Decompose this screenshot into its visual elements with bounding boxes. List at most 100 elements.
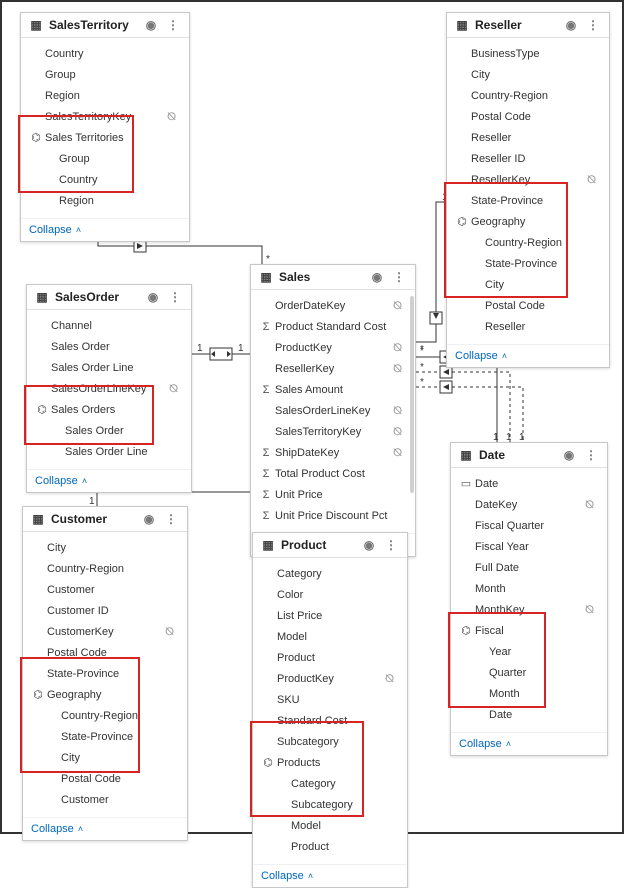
collapse-button[interactable]: Collapse˄ xyxy=(27,469,191,492)
model-diagram-canvas[interactable]: 1 * 1 1 1 * *** 111 1* 1* ▦ SalesTerrito… xyxy=(2,2,622,832)
table-sales-order[interactable]: ▦ SalesOrder ◉ ⋮ Channel Sales Order Sal… xyxy=(26,284,192,493)
field-row[interactable]: ΣUnit Price Discount Pct xyxy=(251,506,415,527)
field-row[interactable]: SalesOrderLineKey⦰ xyxy=(27,379,191,400)
field-row[interactable]: Sales Order xyxy=(27,337,191,358)
field-row[interactable]: Product xyxy=(253,648,407,669)
field-row[interactable]: ResellerKey⦰ xyxy=(251,359,415,380)
hierarchy-level[interactable]: Customer xyxy=(23,790,187,811)
visibility-toggle-icon[interactable]: ◉ xyxy=(561,448,577,462)
more-options-icon[interactable]: ⋮ xyxy=(167,290,183,304)
more-options-icon[interactable]: ⋮ xyxy=(583,448,599,462)
field-row[interactable]: Country-Region xyxy=(447,86,609,107)
hierarchy-level[interactable]: City xyxy=(447,275,609,296)
more-options-icon[interactable]: ⋮ xyxy=(585,18,601,32)
field-row[interactable]: SKU xyxy=(253,690,407,711)
field-row[interactable]: State-Province xyxy=(23,664,187,685)
field-row[interactable]: State-Province xyxy=(447,191,609,212)
collapse-button[interactable]: Collapse˄ xyxy=(23,817,187,840)
visibility-toggle-icon[interactable]: ◉ xyxy=(563,18,579,32)
table-product[interactable]: ▦ Product ◉ ⋮ Category Color List Price … xyxy=(252,532,408,888)
field-row[interactable]: Customer ID xyxy=(23,601,187,622)
table-sales[interactable]: ▦ Sales ◉ ⋮ OrderDateKey⦰ ΣProduct Stand… xyxy=(250,264,416,557)
field-row[interactable]: City xyxy=(23,538,187,559)
field-row[interactable]: Standard Cost xyxy=(253,711,407,732)
field-row[interactable]: Customer xyxy=(23,580,187,601)
field-row[interactable]: Postal Code xyxy=(447,107,609,128)
hierarchy-level[interactable]: Year xyxy=(451,642,607,663)
field-row[interactable]: ΣSales Amount xyxy=(251,380,415,401)
field-row[interactable]: Fiscal Year xyxy=(451,537,607,558)
field-row[interactable]: Reseller xyxy=(447,128,609,149)
table-date[interactable]: ▦ Date ◉ ⋮ ▭Date DateKey⦰ Fiscal Quarter… xyxy=(450,442,608,756)
field-row[interactable]: Fiscal Quarter xyxy=(451,516,607,537)
hierarchy-level[interactable]: Subcategory xyxy=(253,795,407,816)
field-row[interactable]: City xyxy=(447,65,609,86)
hierarchy-level[interactable]: Month xyxy=(451,684,607,705)
more-options-icon[interactable]: ⋮ xyxy=(165,18,181,32)
visibility-toggle-icon[interactable]: ◉ xyxy=(361,538,377,552)
hierarchy-level[interactable]: Sales Order xyxy=(27,421,191,442)
hierarchy-level[interactable]: Product xyxy=(253,837,407,858)
field-row[interactable]: ResellerKey⦰ xyxy=(447,170,609,191)
hierarchy-level[interactable]: Postal Code xyxy=(23,769,187,790)
more-options-icon[interactable]: ⋮ xyxy=(391,270,407,284)
field-row[interactable]: Channel xyxy=(27,316,191,337)
hierarchy-level[interactable]: City xyxy=(23,748,187,769)
hierarchy-level[interactable]: Country-Region xyxy=(23,706,187,727)
field-row[interactable]: ΣProduct Standard Cost xyxy=(251,317,415,338)
field-row[interactable]: Reseller ID xyxy=(447,149,609,170)
field-row[interactable]: SalesOrderLineKey⦰ xyxy=(251,401,415,422)
visibility-toggle-icon[interactable]: ◉ xyxy=(143,18,159,32)
hierarchy-row[interactable]: ⌬Sales Orders xyxy=(27,400,191,421)
more-options-icon[interactable]: ⋮ xyxy=(383,538,399,552)
field-row[interactable]: Postal Code xyxy=(23,643,187,664)
collapse-button[interactable]: Collapse˄ xyxy=(447,344,609,367)
field-row[interactable]: Subcategory xyxy=(253,732,407,753)
collapse-button[interactable]: Collapse˄ xyxy=(253,864,407,887)
hierarchy-row[interactable]: ⌬Geography xyxy=(23,685,187,706)
hierarchy-level[interactable]: Sales Order Line xyxy=(27,442,191,463)
field-row[interactable]: Country-Region xyxy=(23,559,187,580)
hierarchy-level[interactable]: Date xyxy=(451,705,607,726)
field-row[interactable]: Sales Order Line xyxy=(27,358,191,379)
field-row[interactable]: DateKey⦰ xyxy=(451,495,607,516)
more-options-icon[interactable]: ⋮ xyxy=(163,512,179,526)
hierarchy-level[interactable]: Group xyxy=(21,149,189,170)
field-row[interactable]: ProductKey⦰ xyxy=(251,338,415,359)
hierarchy-row[interactable]: ⌬Sales Territories xyxy=(21,128,189,149)
hierarchy-level[interactable]: Region xyxy=(21,191,189,212)
field-row[interactable]: Month xyxy=(451,579,607,600)
field-row[interactable]: ΣShipDateKey⦰ xyxy=(251,443,415,464)
field-row[interactable]: SalesTerritoryKey⦰ xyxy=(251,422,415,443)
field-row[interactable]: Category xyxy=(253,564,407,585)
field-row[interactable]: ΣTotal Product Cost xyxy=(251,464,415,485)
scrollbar[interactable] xyxy=(410,296,414,493)
hierarchy-level[interactable]: Country xyxy=(21,170,189,191)
hierarchy-level[interactable]: State-Province xyxy=(447,254,609,275)
field-row[interactable]: Color xyxy=(253,585,407,606)
field-row[interactable]: SalesTerritoryKey⦰ xyxy=(21,107,189,128)
hierarchy-row[interactable]: ⌬Fiscal xyxy=(451,621,607,642)
table-sales-territory[interactable]: ▦ SalesTerritory ◉ ⋮ Country Group Regio… xyxy=(20,12,190,242)
field-row[interactable]: Country xyxy=(21,44,189,65)
hierarchy-level[interactable]: Country-Region xyxy=(447,233,609,254)
field-row[interactable]: Full Date xyxy=(451,558,607,579)
hierarchy-row[interactable]: ⌬Geography xyxy=(447,212,609,233)
collapse-button[interactable]: Collapse˄ xyxy=(21,218,189,241)
field-row[interactable]: List Price xyxy=(253,606,407,627)
table-customer[interactable]: ▦ Customer ◉ ⋮ City Country-Region Custo… xyxy=(22,506,188,841)
field-row[interactable]: OrderDateKey⦰ xyxy=(251,296,415,317)
hierarchy-level[interactable]: Reseller xyxy=(447,317,609,338)
field-row[interactable]: Model xyxy=(253,627,407,648)
visibility-toggle-icon[interactable]: ◉ xyxy=(145,290,161,304)
field-row[interactable]: ΣUnit Price xyxy=(251,485,415,506)
hierarchy-level[interactable]: State-Province xyxy=(23,727,187,748)
field-row[interactable]: Region xyxy=(21,86,189,107)
hierarchy-level[interactable]: Quarter xyxy=(451,663,607,684)
hierarchy-row[interactable]: ⌬Products xyxy=(253,753,407,774)
field-row[interactable]: Group xyxy=(21,65,189,86)
field-row[interactable]: ▭Date xyxy=(451,474,607,495)
collapse-button[interactable]: Collapse˄ xyxy=(451,732,607,755)
table-reseller[interactable]: ▦ Reseller ◉ ⋮ BusinessType City Country… xyxy=(446,12,610,368)
field-row[interactable]: MonthKey⦰ xyxy=(451,600,607,621)
